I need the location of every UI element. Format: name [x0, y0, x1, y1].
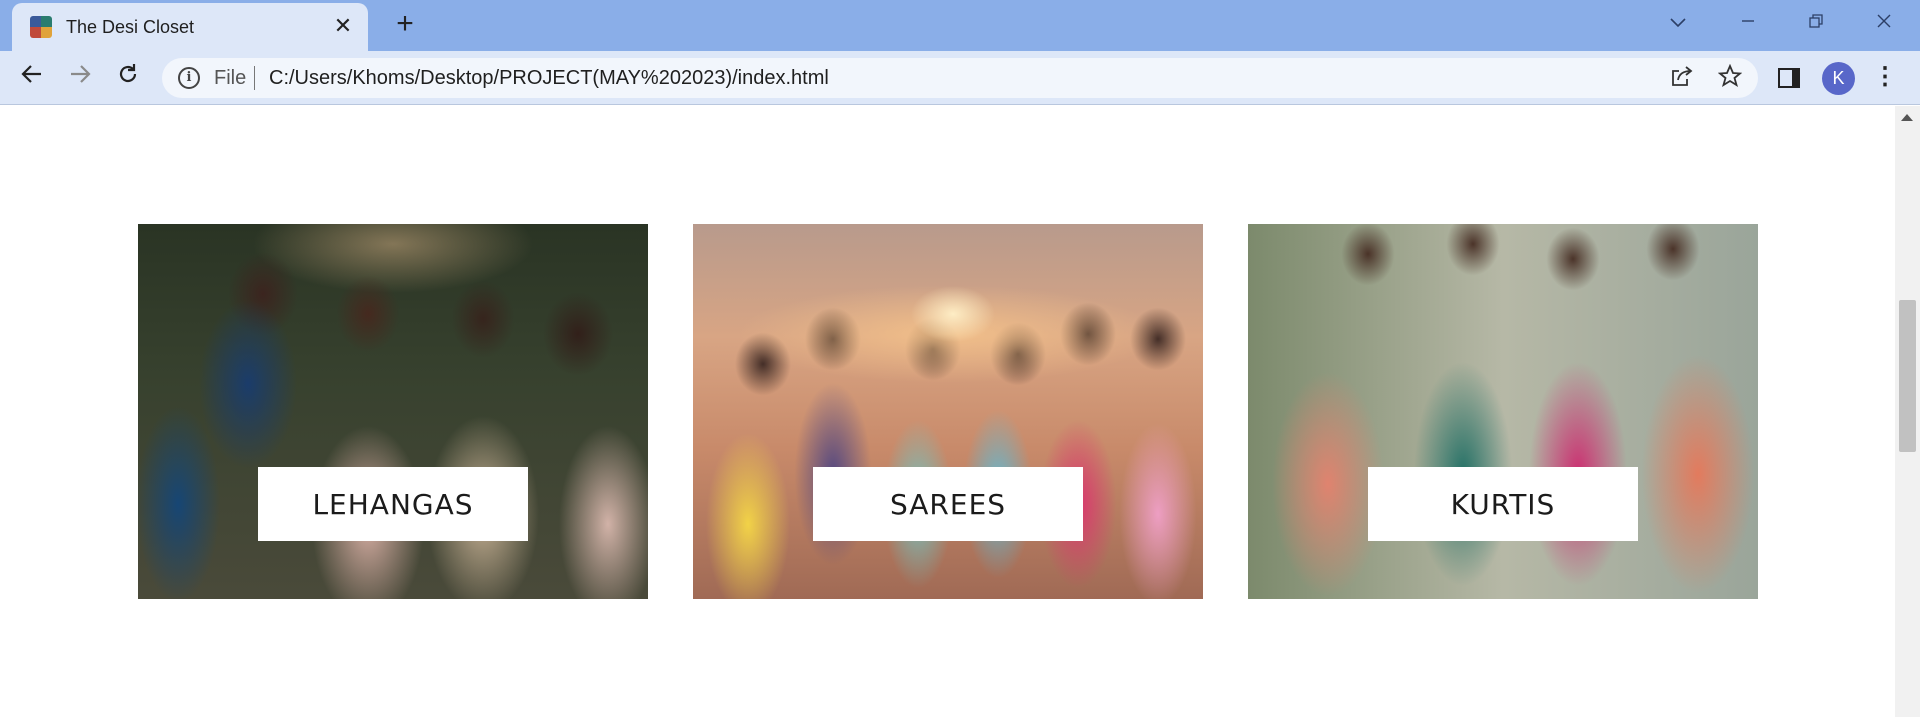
site-favicon-icon [30, 16, 52, 38]
category-card-kurtis[interactable]: KURTIS [1248, 224, 1758, 599]
address-separator [254, 66, 255, 90]
category-label: KURTIS [1450, 487, 1556, 521]
category-label-box: SAREES [813, 467, 1083, 541]
address-scheme: File [214, 67, 247, 89]
vertical-scrollbar[interactable] [1895, 106, 1920, 717]
site-info-icon[interactable]: i [178, 67, 200, 89]
tab-title: The Desi Closet [66, 17, 195, 37]
category-label: SAREES [889, 487, 1007, 521]
restore-button[interactable] [1796, 8, 1836, 38]
browser-menu-icon[interactable]: ⋮ [1870, 62, 1900, 95]
close-window-button[interactable] [1864, 8, 1904, 38]
bookmark-star-icon[interactable] [1716, 63, 1744, 92]
category-card-lehangas[interactable]: LEHANGAS [138, 224, 648, 599]
address-bar[interactable]: i File C:/Users/Khoms/Desktop/PROJECT(MA… [162, 58, 1758, 98]
category-label: LEHANGAS [312, 487, 474, 521]
category-card-sarees[interactable]: SAREES [693, 224, 1203, 599]
profile-avatar[interactable]: K [1822, 62, 1855, 95]
close-tab-icon[interactable]: ✕ [330, 13, 356, 39]
new-tab-button[interactable]: + [390, 9, 420, 40]
share-icon[interactable] [1668, 64, 1696, 92]
address-url[interactable]: C:/Users/Khoms/Desktop/PROJECT(MAY%20202… [269, 67, 829, 90]
category-label-box: LEHANGAS [258, 467, 528, 541]
minimize-button[interactable] [1728, 8, 1768, 38]
forward-button[interactable] [63, 61, 97, 95]
scrollbar-thumb[interactable] [1899, 300, 1916, 452]
reload-button[interactable] [111, 61, 145, 95]
tab-strip: The Desi Closet ✕ + [0, 0, 1920, 51]
category-label-box: KURTIS [1368, 467, 1638, 541]
tab-search-chevron-icon[interactable] [1658, 8, 1698, 38]
page-viewport: LEHANGAS SAREES KURTIS [0, 106, 1895, 717]
scroll-up-arrow-icon[interactable] [1901, 114, 1913, 121]
browser-tab[interactable]: The Desi Closet ✕ [12, 3, 368, 51]
back-button[interactable] [15, 61, 49, 95]
side-panel-icon[interactable] [1778, 68, 1800, 88]
browser-toolbar: i File C:/Users/Khoms/Desktop/PROJECT(MA… [0, 51, 1920, 105]
